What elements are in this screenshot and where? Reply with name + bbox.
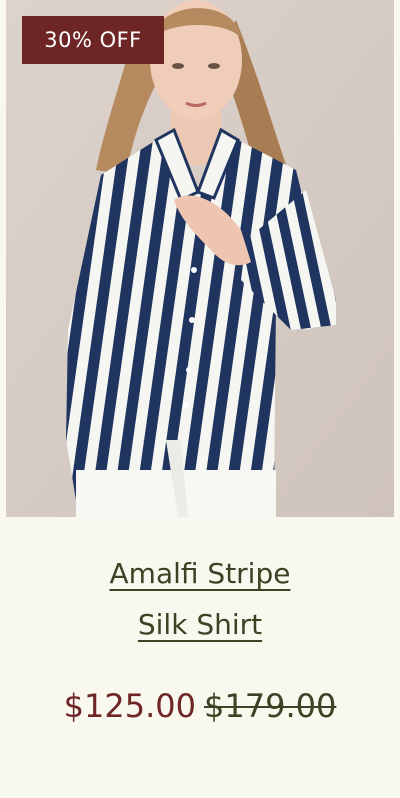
price-row: $125.00 $179.00 — [0, 684, 400, 728]
discount-badge: 30% OFF — [22, 16, 164, 64]
product-image[interactable] — [6, 0, 394, 517]
product-title-link-2[interactable]: Silk Shirt — [0, 599, 400, 650]
discount-badge-label: 30% OFF — [44, 28, 142, 52]
product-title-link[interactable]: Amalfi Stripe — [0, 548, 400, 599]
product-card[interactable]: 30% OFF Amalfi Stripe Silk Shirt $125.00… — [0, 0, 400, 798]
product-title[interactable]: Amalfi Stripe Silk Shirt — [0, 548, 400, 650]
sale-price: $125.00 — [63, 687, 196, 725]
product-title-line-1: Amalfi Stripe — [109, 557, 291, 590]
product-title-line-2: Silk Shirt — [137, 608, 263, 641]
original-price: $179.00 — [204, 687, 337, 725]
product-photo-illustration — [6, 0, 394, 517]
